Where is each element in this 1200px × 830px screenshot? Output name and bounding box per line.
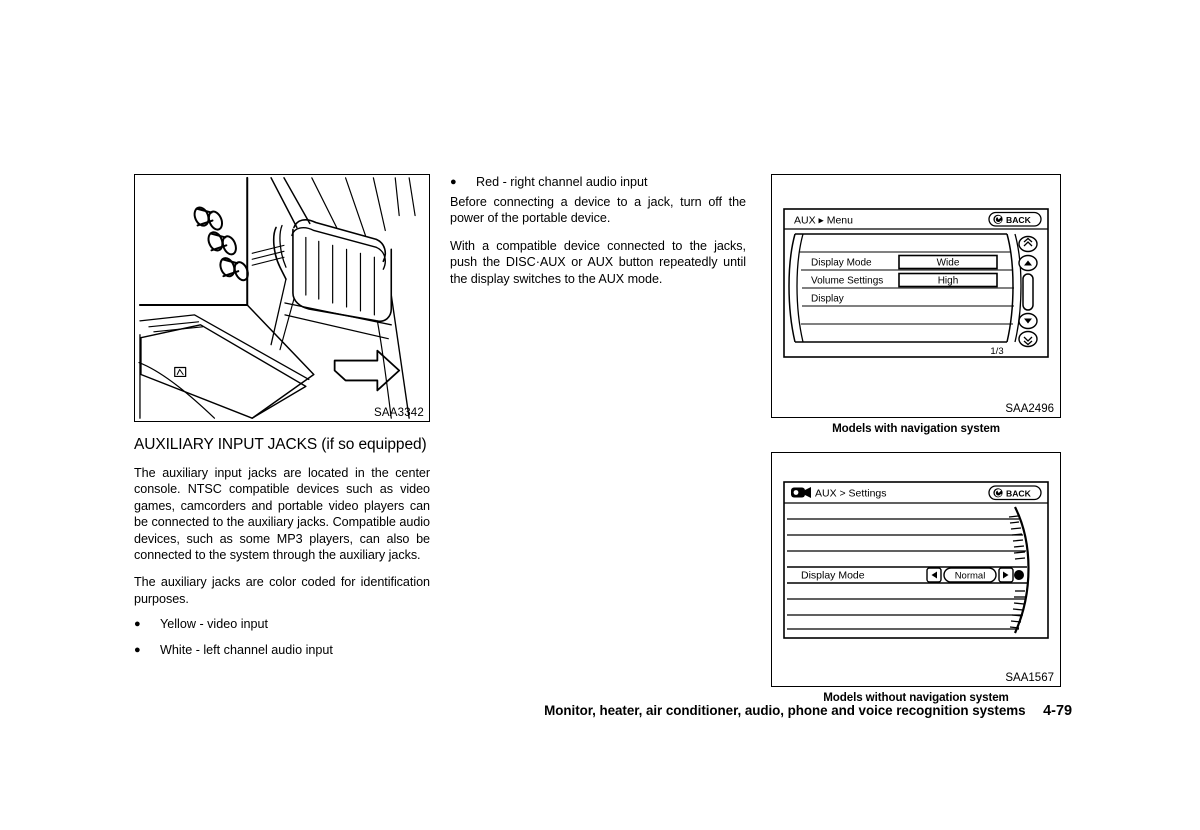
figure-nav-screen: AUX ▸ Menu BACK Display Mode Wide Volume… xyxy=(771,174,1061,418)
nav-row-label: Volume Settings xyxy=(811,276,883,287)
value-pill[interactable]: Normal xyxy=(943,567,997,583)
back-button-label: BACK xyxy=(1006,489,1032,499)
manual-page: SAA3342 AUXILIARY INPUT JACKS (if so equ… xyxy=(0,0,1200,830)
right-column: AUX ▸ Menu BACK Display Mode Wide Volume… xyxy=(771,174,1061,704)
list-item-label: Yellow - video input xyxy=(160,617,269,632)
list-item-white-jack: ● White - left channel audio input xyxy=(134,642,430,659)
nav-row-value: High xyxy=(938,276,959,287)
nav-title-text: AUX ▸ Menu xyxy=(794,215,853,227)
page-indicator: 1/3 xyxy=(990,346,1003,357)
scroll-down-button[interactable] xyxy=(1018,312,1038,330)
left-column: SAA3342 AUXILIARY INPUT JACKS (if so equ… xyxy=(134,174,430,659)
back-button-label: BACK xyxy=(1006,215,1032,225)
list-item-label: White - left channel audio input xyxy=(160,643,333,658)
scroll-up-button[interactable] xyxy=(1018,254,1038,272)
scroll-top-button[interactable] xyxy=(1018,235,1038,253)
list-item-yellow-jack: ● Yellow - video input xyxy=(134,616,430,633)
back-button[interactable]: BACK xyxy=(988,485,1042,501)
figure-caption-nav: Models with navigation system xyxy=(832,422,1000,435)
back-arrow-icon xyxy=(993,488,1003,498)
nonav-system-display: AUX > Settings BACK Display Mode Normal xyxy=(783,481,1049,639)
bullet-icon: ● xyxy=(134,618,141,631)
page-footer: Monitor, heater, air conditioner, audio,… xyxy=(0,703,1200,719)
figure-nonav-screen: AUX > Settings BACK Display Mode Normal … xyxy=(771,452,1061,687)
bullet-icon: ● xyxy=(134,644,141,657)
nav-row-label: Display Mode xyxy=(811,258,872,269)
paragraph-power-off: Before connecting a device to a jack, tu… xyxy=(450,195,746,226)
prev-value-button[interactable] xyxy=(926,567,942,583)
nav-row-value: Wide xyxy=(937,258,960,269)
back-arrow-icon xyxy=(993,214,1003,224)
scroll-bottom-button[interactable] xyxy=(1018,330,1038,348)
nav-row-label: Display xyxy=(811,294,844,305)
paragraph-aux-description: The auxiliary input jacks are located in… xyxy=(134,466,430,563)
back-button[interactable]: BACK xyxy=(988,211,1042,227)
figure-center-console: SAA3342 xyxy=(134,174,430,422)
nonav-title-text: AUX > Settings xyxy=(815,488,887,500)
nav-row-volume-settings[interactable]: Volume Settings High xyxy=(811,272,998,288)
nav-row-display[interactable]: Display xyxy=(811,294,844,305)
nav-row-display-mode[interactable]: Display Mode Wide xyxy=(811,254,998,270)
figure-code: SAA1567 xyxy=(1005,672,1054,684)
next-value-button[interactable] xyxy=(998,567,1014,583)
list-item-red-jack: ● Red - right channel audio input xyxy=(450,174,746,191)
camcorder-icon xyxy=(791,487,811,498)
center-console-illustration xyxy=(138,176,416,419)
scroll-position-marker[interactable] xyxy=(1014,570,1024,580)
page-number: 4-79 xyxy=(1043,703,1072,719)
list-item-label: Red - right channel audio input xyxy=(476,175,648,189)
paragraph-color-coding: The auxiliary jacks are color coded for … xyxy=(134,575,430,606)
bullet-icon: ● xyxy=(450,176,457,188)
nonav-row-label: Display Mode xyxy=(801,570,865,582)
footer-section-title: Monitor, heater, air conditioner, audio,… xyxy=(544,703,1026,718)
figure-code: SAA3342 xyxy=(374,407,424,419)
scrollbar-thumb[interactable] xyxy=(1022,273,1034,311)
paragraph-aux-mode: With a compatible device connected to th… xyxy=(450,238,746,286)
figure-code: SAA2496 xyxy=(1005,403,1054,415)
nav-system-display: AUX ▸ Menu BACK Display Mode Wide Volume… xyxy=(783,208,1049,358)
middle-column: ● Red - right channel audio input Before… xyxy=(450,174,746,287)
nonav-row-value: Normal xyxy=(955,571,986,582)
page-title: AUXILIARY INPUT JACKS (if so equipped) xyxy=(134,436,427,453)
